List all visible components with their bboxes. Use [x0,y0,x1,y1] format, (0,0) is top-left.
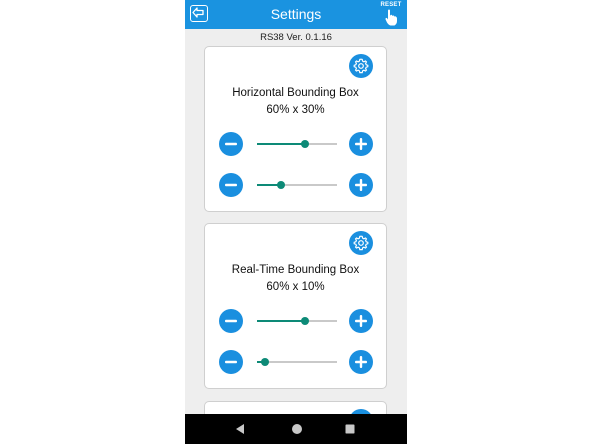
width-slider[interactable] [257,316,337,326]
decrease-width-button[interactable] [219,132,243,156]
plus-icon [355,179,367,191]
minus-icon [225,183,237,187]
minus-icon [225,360,237,364]
slider-track [257,361,337,363]
slider-thumb[interactable] [301,140,309,148]
app-bar: Settings RESET [185,0,407,29]
plus-icon [355,138,367,150]
plus-icon [355,356,367,368]
plus-icon [355,315,367,327]
settings-button[interactable] [349,54,373,78]
reset-button[interactable]: RESET [379,2,403,27]
phone-screen: Settings RESET RS38 Ver. 0.1.16 Horizont… [185,0,407,444]
nav-home-icon[interactable] [291,423,303,435]
nav-back-icon[interactable] [234,423,246,435]
gear-icon [353,235,369,251]
horizontal-bounding-box-card: Horizontal Bounding Box 60% x 30% [204,46,387,212]
system-navigation-bar [185,414,407,444]
back-button[interactable] [190,5,208,22]
increase-height-button[interactable] [349,173,373,197]
page-title: Settings [270,6,322,22]
minus-icon [225,142,237,146]
increase-width-button[interactable] [349,132,373,156]
nav-recent-apps-icon[interactable] [345,424,355,434]
minus-icon [225,319,237,323]
card-value: 60% x 30% [266,104,325,116]
back-arrow-icon [192,7,204,18]
slider-thumb[interactable] [261,358,269,366]
decrease-height-button[interactable] [219,350,243,374]
real-time-bounding-box-card: Real-Time Bounding Box 60% x 10% [204,223,387,389]
increase-width-button[interactable] [349,309,373,333]
version-label: RS38 Ver. 0.1.16 [260,32,332,43]
height-slider[interactable] [257,180,337,190]
slider-fill [257,320,305,322]
slider-thumb[interactable] [277,181,285,189]
increase-height-button[interactable] [349,350,373,374]
width-slider[interactable] [257,139,337,149]
slider-fill [257,143,305,145]
decrease-height-button[interactable] [219,173,243,197]
decrease-width-button[interactable] [219,309,243,333]
reset-label: RESET [380,2,402,8]
card-value: 60% x 10% [266,281,325,293]
gear-icon [353,58,369,74]
settings-button[interactable] [349,231,373,255]
hand-pointer-icon [385,9,397,26]
card-title: Real-Time Bounding Box [231,264,360,276]
card-title: Horizontal Bounding Box [232,87,359,99]
height-slider[interactable] [257,357,337,367]
slider-thumb[interactable] [301,317,309,325]
